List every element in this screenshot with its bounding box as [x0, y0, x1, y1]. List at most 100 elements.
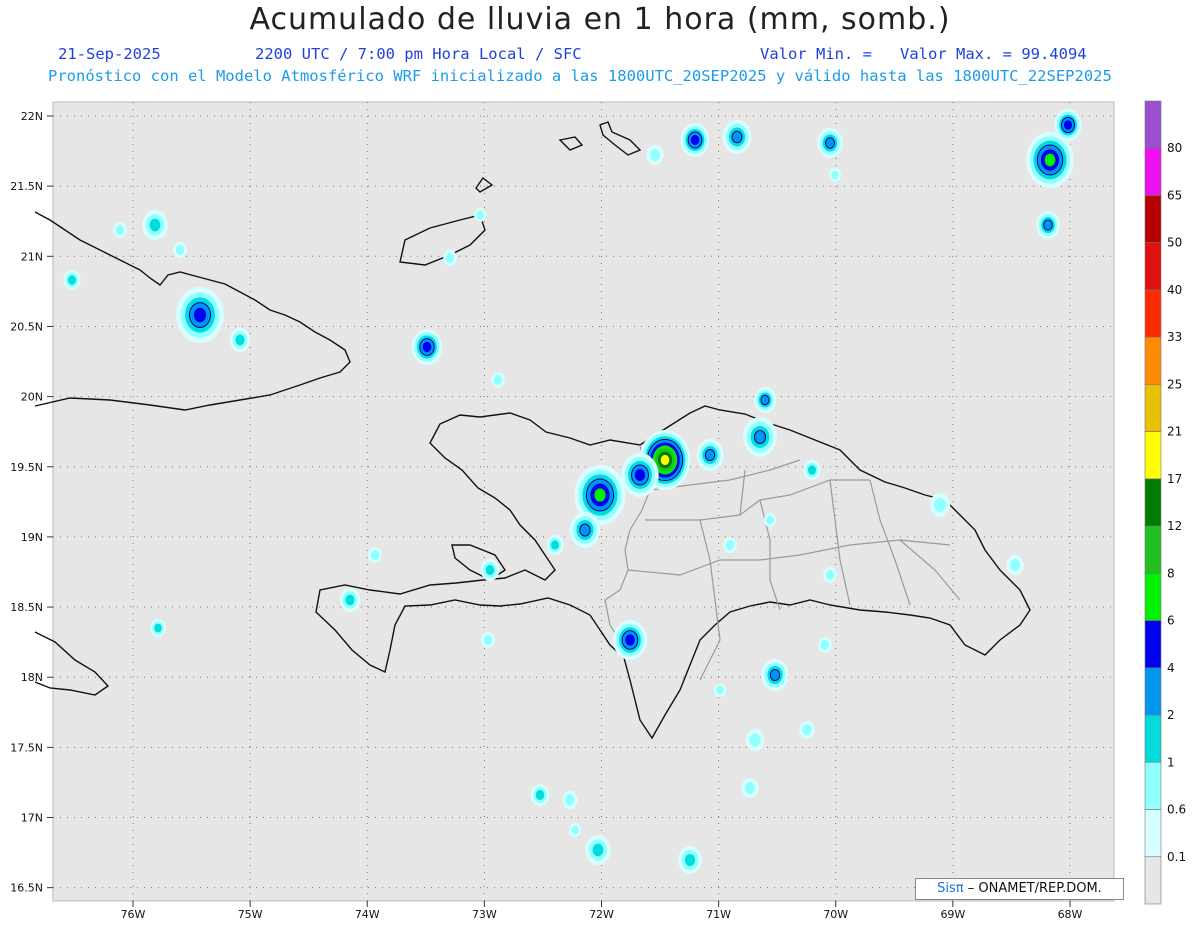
- colorbar-swatch: [1144, 667, 1162, 716]
- precip-contour: [493, 375, 503, 385]
- precip-cell: [741, 778, 759, 798]
- precip-contour: [831, 170, 839, 180]
- precip-cell: [142, 210, 168, 240]
- lat-label: 19.5N: [10, 461, 43, 474]
- colorbar-label: 1: [1167, 755, 1175, 769]
- precip-contour: [1063, 120, 1073, 130]
- precip-contour: [934, 498, 946, 512]
- lon-label: 72W: [589, 908, 614, 921]
- colorbar-label: 65: [1167, 188, 1182, 202]
- precip-cell: [764, 513, 776, 527]
- precip-cell: [803, 460, 821, 480]
- precip-cell: [723, 537, 737, 553]
- precip-cell: [562, 791, 578, 809]
- precip-cell: [481, 632, 495, 648]
- colorbar-swatch: [1144, 620, 1162, 669]
- colorbar-swatch: [1144, 573, 1162, 621]
- precip-cell: [474, 208, 486, 222]
- longitude-labels: 76W 75W 74W 73W 72W 71W 70W 69W 68W: [121, 908, 1083, 921]
- precip-cell: [696, 439, 724, 471]
- precip-contour: [154, 623, 162, 633]
- precip-contour: [565, 794, 575, 806]
- colorbar-swatch: [1144, 336, 1162, 385]
- precip-contour: [68, 275, 76, 285]
- precip-cell: [1054, 109, 1082, 141]
- precip-contour: [476, 210, 484, 220]
- precip-cell: [929, 493, 951, 517]
- precip-contour: [592, 843, 604, 857]
- precip-contour: [625, 634, 635, 646]
- latitude-labels: 22N 21.5N 21N 20.5N 20N 19.5N 19N 18.5N 18N 17.5N…: [10, 110, 43, 895]
- precip-cell: [368, 547, 382, 563]
- precip-contour: [634, 469, 646, 481]
- precip-contour: [1044, 153, 1056, 167]
- lat-label: 17N: [21, 812, 43, 825]
- precip-cell: [113, 222, 127, 238]
- precip-contour: [445, 253, 455, 263]
- lat-label: 17.5N: [10, 741, 43, 754]
- precip-contour: [649, 149, 661, 161]
- precip-contour: [594, 488, 606, 502]
- precip-cell: [1036, 211, 1060, 239]
- precip-cell: [1006, 555, 1024, 575]
- precip-cell: [680, 123, 710, 157]
- precip-contour: [802, 724, 812, 736]
- precip-cell: [823, 567, 837, 583]
- precip-cell: [480, 559, 500, 581]
- lat-label: 18.5N: [10, 601, 43, 614]
- precip-cell: [411, 329, 443, 365]
- precipitation-map: 22N 21.5N 21N 20.5N 20N 19.5N 19N 18.5N 18N 17.5N…: [10, 100, 1186, 921]
- lat-label: 18N: [21, 671, 43, 684]
- colorbar-label: 33: [1167, 330, 1182, 344]
- precip-contour: [422, 341, 432, 353]
- precip-contour: [115, 225, 125, 235]
- colorbar-swatch: [1144, 384, 1162, 432]
- lon-label: 68W: [1058, 908, 1083, 921]
- precip-cell: [530, 784, 550, 806]
- precip-cell: [646, 145, 664, 165]
- precip-contour: [749, 733, 761, 747]
- precip-cell: [621, 453, 659, 497]
- colorbar-swatch: [1144, 100, 1162, 149]
- precip-cell: [339, 588, 361, 612]
- precip-cell: [613, 620, 647, 660]
- precip-contour: [235, 334, 245, 346]
- precip-cell: [173, 242, 187, 258]
- precip-cell: [817, 128, 843, 158]
- precip-cell: [829, 168, 841, 182]
- precip-cell: [569, 823, 581, 837]
- precip-cell: [443, 250, 457, 266]
- precip-contour: [825, 570, 835, 580]
- lat-label: 21.5N: [10, 180, 43, 193]
- colorbar-label: 17: [1167, 472, 1182, 486]
- precip-cell: [229, 328, 251, 352]
- precip-contour: [725, 540, 735, 550]
- precip-cell: [176, 287, 224, 343]
- colorbar-swatch: [1144, 195, 1162, 244]
- brand-logo-text: Sisπ: [937, 881, 964, 896]
- colorbar-label: 50: [1167, 236, 1182, 250]
- colorbar-swatch: [1144, 809, 1162, 858]
- precip-cell: [722, 120, 752, 154]
- precip-cell: [818, 637, 832, 653]
- lat-label: 19N: [21, 531, 43, 544]
- precip-contour: [149, 218, 161, 232]
- lat-label: 20.5N: [10, 320, 43, 333]
- lon-label: 71W: [706, 908, 731, 921]
- precip-contour: [808, 465, 816, 475]
- precip-cell: [491, 372, 505, 388]
- colorbar-label: 0.6: [1167, 803, 1186, 817]
- colorbar-label: 40: [1167, 283, 1182, 297]
- precip-contour: [485, 565, 495, 575]
- colorbar-swatch: [1144, 431, 1162, 480]
- colorbar-swatch: [1144, 714, 1162, 763]
- precip-contour: [370, 550, 380, 560]
- credit-text: – ONAMET/REP.DOM.: [967, 881, 1102, 896]
- lat-label: 21N: [21, 250, 43, 263]
- precip-contour: [744, 782, 756, 794]
- colorbar-label: 80: [1167, 141, 1182, 155]
- precip-contour: [684, 854, 696, 866]
- precip-cell: [714, 683, 726, 697]
- precip-cell: [753, 387, 777, 413]
- precip-contour: [175, 245, 185, 255]
